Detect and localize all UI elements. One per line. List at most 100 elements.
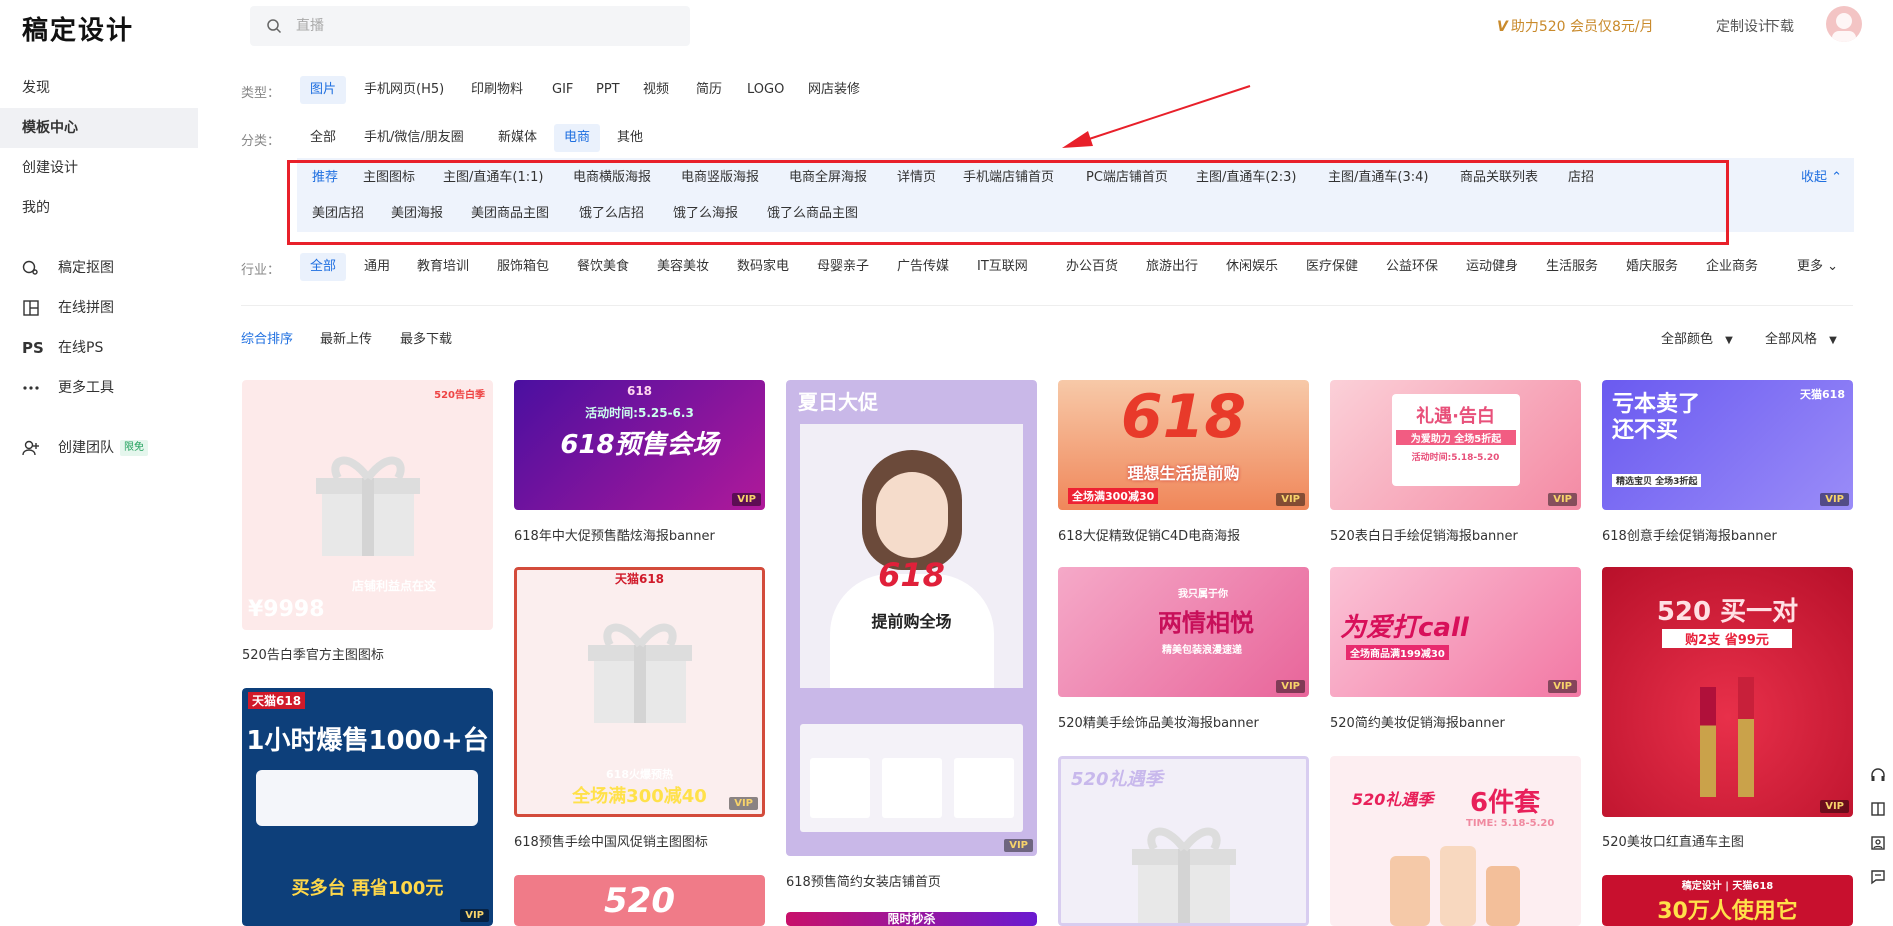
sidebar-item-discover[interactable]: 发现: [0, 68, 198, 108]
industry-chip[interactable]: 餐饮美食: [567, 253, 639, 281]
message-icon[interactable]: [1863, 860, 1893, 894]
vip-promo-link[interactable]: V 助力520 会员仅8元/月: [1497, 16, 1654, 36]
type-chip-video[interactable]: 视频: [633, 76, 679, 104]
sidebar-item-mine[interactable]: 我的: [0, 188, 198, 228]
industry-chip[interactable]: 生活服务: [1536, 253, 1608, 281]
style-dropdown[interactable]: 全部风格 ▼: [1765, 328, 1837, 347]
industry-chip[interactable]: 企业商务: [1696, 253, 1768, 281]
card-thumbnail: 天猫618 618火爆预热 全场满300减40 VIP: [514, 567, 765, 817]
sidebar-tool-cutout[interactable]: 稿定抠图: [0, 248, 198, 288]
vip-promo-text: 助力520 会员仅8元/月: [1510, 19, 1654, 35]
category-chip-other[interactable]: 其他: [607, 124, 653, 152]
card-headline: 30万人使用它: [1657, 899, 1798, 924]
type-chip-logo[interactable]: LOGO: [737, 76, 794, 104]
industry-chip[interactable]: 服饰箱包: [487, 253, 559, 281]
headset-icon[interactable]: [1863, 758, 1893, 792]
industry-chip[interactable]: 婚庆服务: [1616, 253, 1688, 281]
template-card[interactable]: 520礼遇季: [1058, 756, 1309, 926]
industry-chip[interactable]: 通用: [354, 253, 400, 281]
template-card[interactable]: 618 理想生活提前购 全场满300减30 VIP 618大促精致促销C4D电商…: [1058, 380, 1309, 550]
type-chip-print[interactable]: 印刷物料: [461, 76, 533, 104]
air-conditioner-image: [256, 770, 478, 826]
industry-chip[interactable]: 教育培训: [407, 253, 479, 281]
card-thumbnail: 天猫618 亏本卖了 还不买 精选宝贝 全场3折起 VIP: [1602, 380, 1853, 510]
type-chip-image[interactable]: 图片: [300, 76, 347, 104]
card-headline: 全场满300减40: [572, 786, 707, 807]
chevron-down-icon: ⌄: [1827, 259, 1839, 274]
type-chip-resume[interactable]: 简历: [686, 76, 732, 104]
template-card[interactable]: 稿定设计 | 天猫618 30万人使用它: [1602, 875, 1853, 926]
industry-chip[interactable]: 数码家电: [727, 253, 799, 281]
sidebar-tool-label: 在线拼图: [58, 300, 114, 316]
brand-logo[interactable]: 稿定设计: [22, 10, 134, 47]
template-card[interactable]: 为爱打call 全场商品满199减30 VIP 520简约美妆促销海报banne…: [1330, 567, 1581, 737]
category-chip-all[interactable]: 全部: [300, 124, 346, 152]
download-link[interactable]: 下载: [1766, 16, 1794, 36]
sidebar-tool-more[interactable]: 更多工具: [0, 368, 198, 408]
industry-chip[interactable]: 美容美妆: [647, 253, 719, 281]
sort-tab-comprehensive[interactable]: 综合排序: [241, 328, 293, 347]
sidebar-tool-collage[interactable]: 在线拼图: [0, 288, 198, 328]
card-headline: ¥9998: [248, 597, 325, 622]
type-chip-ppt[interactable]: PPT: [586, 76, 630, 104]
placeholder-gift-icon: [587, 623, 692, 723]
industry-chip[interactable]: IT互联网: [967, 253, 1038, 281]
industry-chip[interactable]: 医疗保健: [1296, 253, 1368, 281]
industry-chip[interactable]: 广告传媒: [887, 253, 959, 281]
template-card[interactable]: 天猫618 亏本卖了 还不买 精选宝贝 全场3折起 VIP 618创意手绘促销海…: [1602, 380, 1853, 550]
industry-chip[interactable]: 母婴亲子: [807, 253, 879, 281]
card-tag: 我只属于你: [1178, 589, 1228, 600]
sort-tab-most-downloads[interactable]: 最多下载: [400, 328, 452, 347]
template-card[interactable]: 520: [514, 875, 765, 926]
feedback-icon[interactable]: [1863, 826, 1893, 860]
collapse-label: 收起: [1800, 170, 1827, 185]
color-dropdown[interactable]: 全部颜色 ▼: [1661, 328, 1733, 347]
custom-design-link[interactable]: 定制设计: [1716, 16, 1772, 36]
collapse-button[interactable]: 收起 ⌃: [1801, 166, 1842, 185]
sidebar-tool-ps[interactable]: PS 在线PS: [0, 328, 198, 368]
card-subline: 活动时间:5.25-6.3: [585, 406, 694, 420]
card-title: 520美妆口红直通车主图: [1602, 835, 1744, 850]
card-tag: 天猫618: [614, 572, 665, 586]
template-card[interactable]: 天猫618 618火爆预热 全场满300减40 VIP 618预售手绘中国风促销…: [514, 567, 765, 857]
template-card[interactable]: 礼遇·告白 为爱助力 全场5折起 活动时间:5.18-5.20 VIP 520表…: [1330, 380, 1581, 550]
category-chip-mobile[interactable]: 手机/微信/朋友圈: [354, 124, 474, 152]
card-headline: 礼遇·告白: [1416, 406, 1495, 427]
category-chip-newmedia[interactable]: 新媒体: [488, 124, 547, 152]
type-chip-shop[interactable]: 网店装修: [798, 76, 870, 104]
industry-chip[interactable]: 运动健身: [1456, 253, 1528, 281]
template-card[interactable]: 520礼遇季 6件套 TIME: 5.18-5.20: [1330, 756, 1581, 926]
template-card[interactable]: ¥9998 店铺利益点在这 520告白季 520告白季官方主图图标: [242, 380, 493, 670]
type-chip-h5[interactable]: 手机网页(H5): [354, 76, 454, 104]
card-title: 618大促精致促销C4D电商海报: [1058, 529, 1241, 544]
industry-chip[interactable]: 休闲娱乐: [1216, 253, 1288, 281]
card-tag: 活动时间:5.18-5.20: [1411, 453, 1500, 463]
type-chip-gif[interactable]: GIF: [542, 76, 583, 104]
card-subline: 购2支 省99元: [1662, 629, 1792, 648]
industry-chip[interactable]: 旅游出行: [1136, 253, 1208, 281]
template-card[interactable]: 天猫618 1小时爆售1000+台 买多台 再省100元 VIP: [242, 688, 493, 926]
industry-chip[interactable]: 办公百货: [1056, 253, 1128, 281]
template-card[interactable]: 夏日大促 提前购全场 618 VIP 618预售简约女装店铺首页: [786, 380, 1037, 890]
template-card[interactable]: 限时秒杀: [786, 912, 1037, 926]
more-industries-button[interactable]: 更多 ⌄: [1787, 253, 1848, 281]
industry-chip[interactable]: 全部: [300, 253, 347, 281]
book-icon[interactable]: [1863, 792, 1893, 826]
sidebar-create-team[interactable]: 创建团队 限免: [0, 428, 198, 468]
sort-tab-newest[interactable]: 最新上传: [320, 328, 372, 347]
sidebar-item-create-design[interactable]: 创建设计: [0, 148, 198, 188]
template-card[interactable]: 520 买一对 购2支 省99元 VIP 520美妆口红直通车主图: [1602, 567, 1853, 857]
sidebar-tool-label: 稿定抠图: [58, 260, 114, 276]
type-filter-row: 类型： 图片 手机网页(H5) 印刷物料 GIF PPT 视频 简历 LOGO …: [241, 76, 1853, 106]
card-tag: 520告白季: [434, 390, 485, 401]
card-subline: 全场商品满199减30: [1346, 645, 1449, 660]
sidebar-item-template-center[interactable]: 模板中心: [0, 108, 198, 148]
category-chip-ecommerce[interactable]: 电商: [554, 124, 601, 152]
industry-chip[interactable]: 公益环保: [1376, 253, 1448, 281]
template-card[interactable]: 618 活动时间:5.25-6.3 618预售会场 VIP 618年中大促预售酷…: [514, 380, 765, 550]
search-bar[interactable]: [250, 6, 690, 46]
coupon-panel: [800, 724, 1023, 832]
template-card[interactable]: 我只属于你 两情相悦 精美包装浪漫速递 VIP 520精美手绘饰品美妆海报ban…: [1058, 567, 1309, 737]
search-input[interactable]: [296, 6, 676, 46]
user-avatar[interactable]: [1826, 6, 1862, 42]
